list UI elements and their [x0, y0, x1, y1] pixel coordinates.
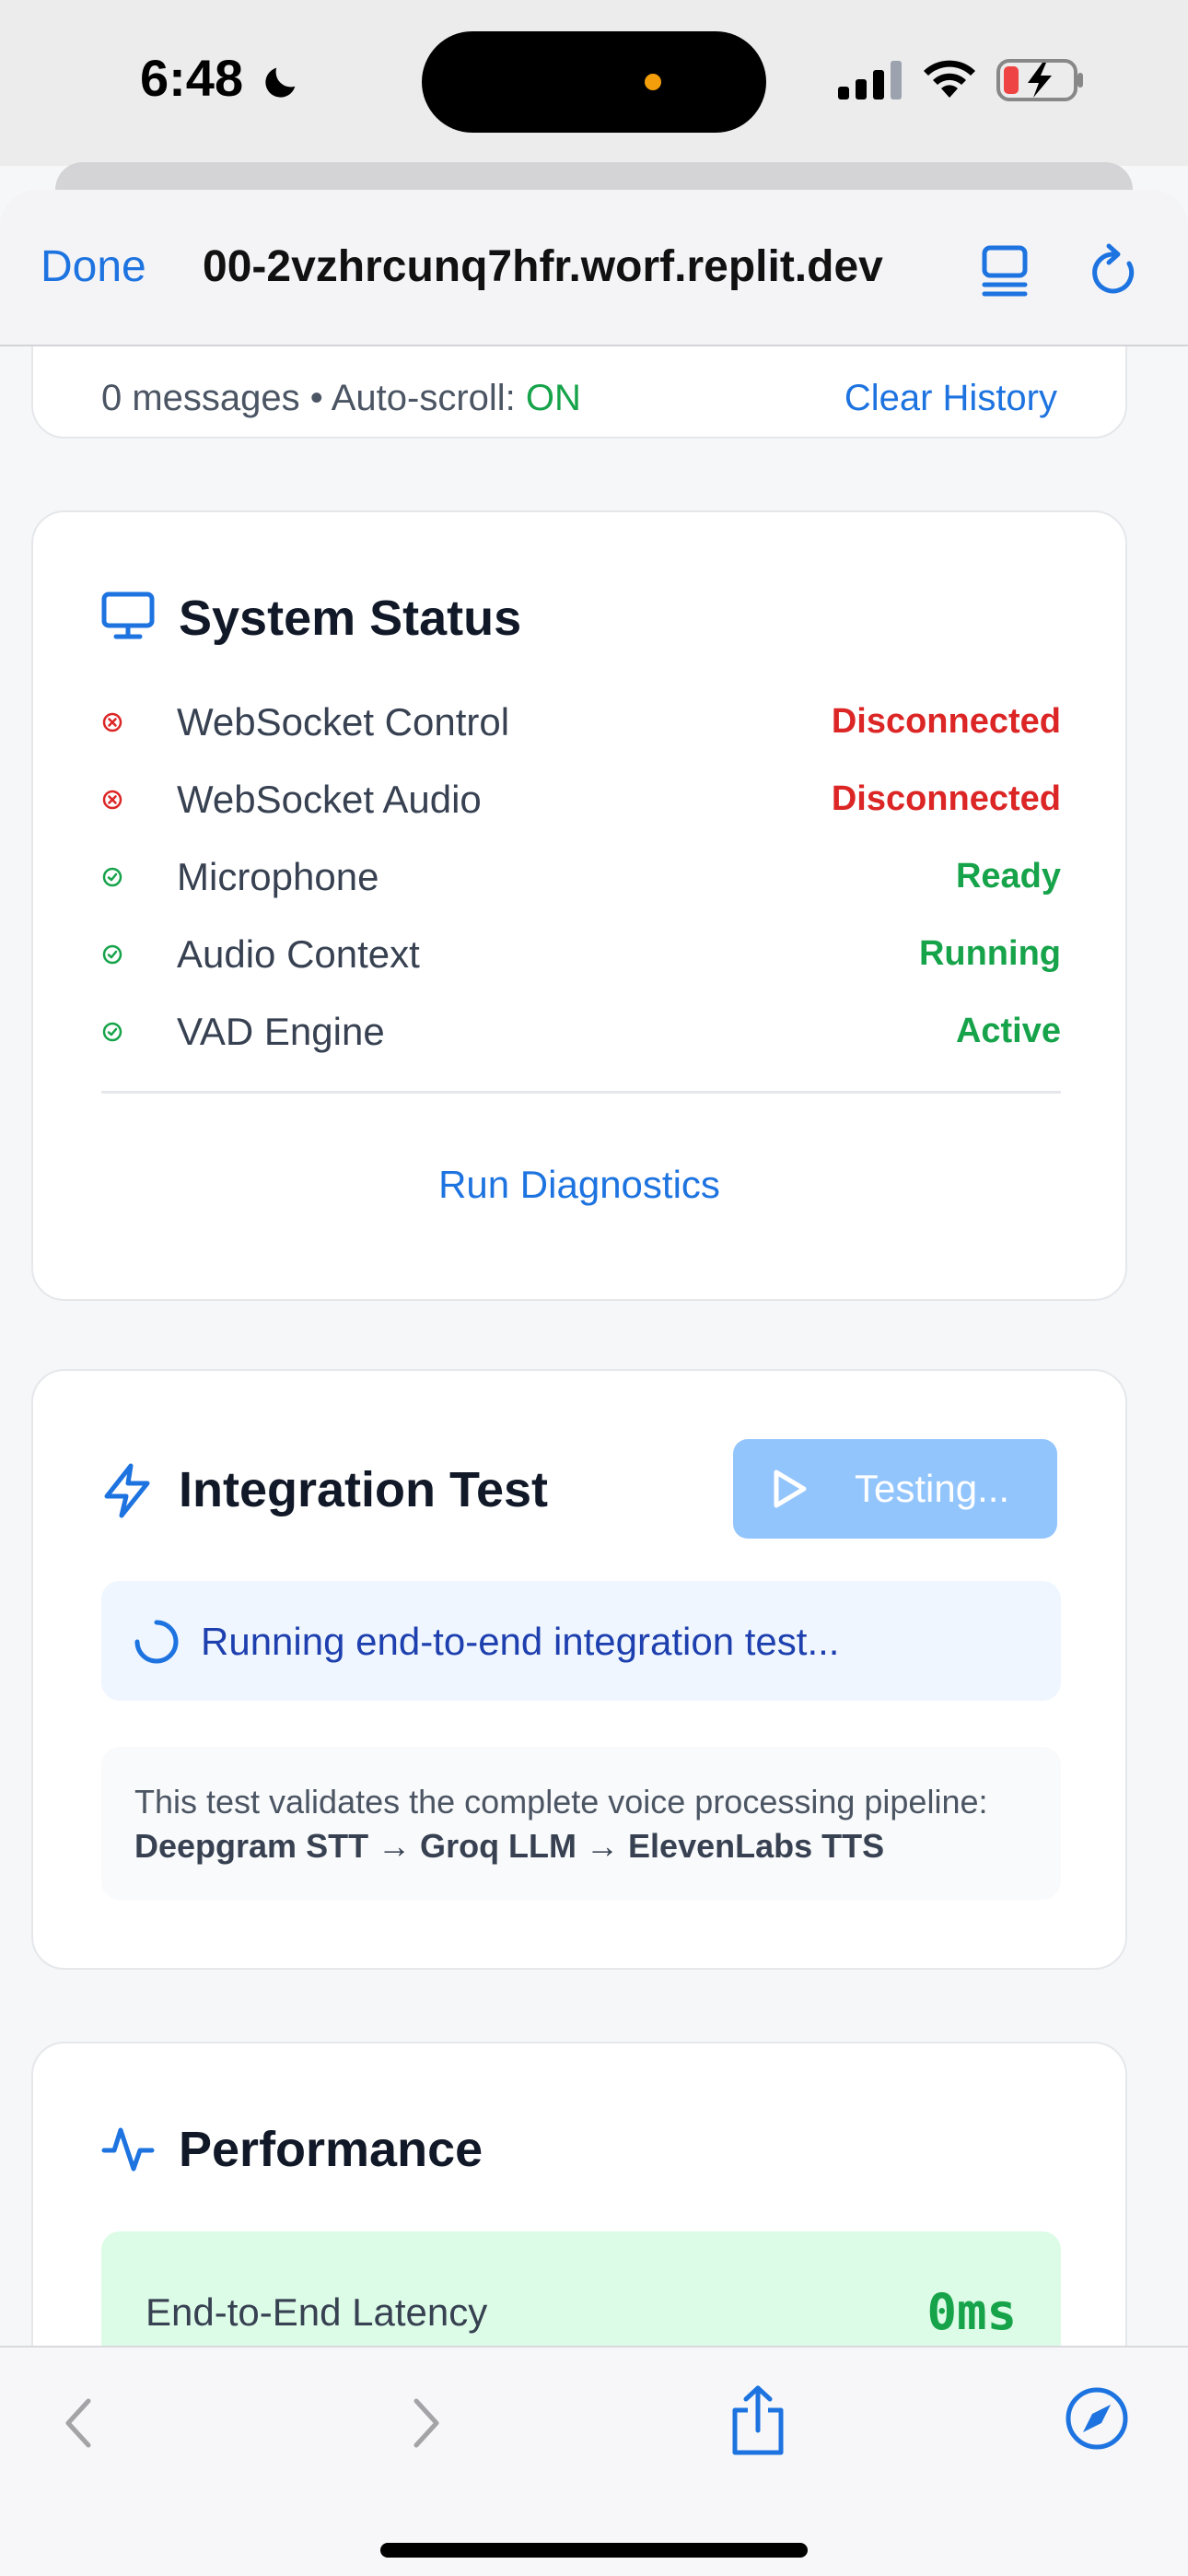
system-status-card: System Status WebSocket Control Disconne… — [31, 510, 1127, 1301]
check-circle-icon — [102, 944, 122, 965]
status-row-vad-engine: VAD Engine Active — [101, 1004, 1061, 1060]
moon-icon — [265, 67, 296, 98]
clear-history-button[interactable]: Clear History — [844, 378, 1057, 419]
reload-icon[interactable] — [1089, 243, 1140, 299]
status-label: Microphone — [177, 855, 379, 898]
run-diagnostics-button[interactable]: Run Diagnostics — [33, 1163, 1125, 1207]
activity-icon — [101, 2127, 155, 2172]
performance-card: Performance End-to-End Latency 0ms — [31, 2042, 1127, 2346]
test-progress-banner: Running end-to-end integration test... — [101, 1581, 1061, 1701]
autoscroll-label: Auto-scroll: — [331, 378, 516, 418]
status-label: VAD Engine — [177, 1010, 385, 1053]
message-count: 0 messages — [101, 378, 300, 418]
messages-card: 0 messages • Auto-scroll: ON Clear Histo… — [31, 346, 1127, 439]
play-icon — [774, 1469, 807, 1508]
divider — [101, 1091, 1061, 1094]
status-label: WebSocket Audio — [177, 778, 482, 821]
status-label: WebSocket Control — [177, 700, 510, 744]
browser-header: Done 00-2vzhrcunq7hfr.worf.replit.dev — [0, 190, 1188, 346]
test-progress-text: Running end-to-end integration test... — [201, 1620, 840, 1663]
system-status-title: System Status — [179, 591, 522, 646]
page-content[interactable]: 0 messages • Auto-scroll: ON Clear Histo… — [0, 346, 1188, 2346]
latency-value: 0ms — [926, 2283, 1017, 2341]
messages-meta: 0 messages • Auto-scroll: ON — [101, 378, 581, 419]
autoscroll-toggle[interactable]: ON — [526, 378, 581, 418]
status-label: Audio Context — [177, 932, 420, 976]
integration-test-card: Integration Test Testing... Running end-… — [31, 1369, 1127, 1970]
cellular-signal-icon — [838, 61, 902, 100]
wifi-icon — [924, 60, 975, 98]
status-row-websocket-audio: WebSocket Audio Disconnected — [101, 772, 1061, 827]
integration-test-title: Integration Test — [179, 1462, 549, 1517]
ios-status-bar: 6:48 — [0, 0, 1188, 166]
status-value: Ready — [955, 857, 1061, 896]
check-circle-icon — [102, 867, 122, 887]
performance-title: Performance — [179, 2122, 483, 2177]
dynamic-island — [422, 31, 766, 133]
monitor-icon — [101, 591, 155, 639]
share-icon[interactable] — [728, 2384, 788, 2458]
start-test-button-label: Testing... — [855, 1467, 1010, 1510]
back-chevron-icon[interactable] — [61, 2394, 98, 2453]
meta-separator: • — [309, 378, 323, 418]
check-circle-icon — [102, 1022, 122, 1042]
test-description-text: This test validates the complete voice p… — [134, 1783, 988, 1821]
browser-toolbar — [0, 2346, 1188, 2576]
compass-icon[interactable] — [1065, 2386, 1129, 2451]
home-indicator — [380, 2543, 808, 2558]
status-value: Running — [918, 934, 1061, 973]
status-row-websocket-control: WebSocket Control Disconnected — [101, 695, 1061, 750]
start-test-button[interactable]: Testing... — [733, 1439, 1057, 1539]
latency-metric: End-to-End Latency 0ms — [101, 2231, 1061, 2346]
latency-label: End-to-End Latency — [146, 2290, 488, 2334]
status-time: 6:48 — [140, 49, 244, 107]
status-row-microphone: Microphone Ready — [101, 849, 1061, 905]
x-circle-icon — [102, 790, 122, 810]
status-value: Active — [955, 1012, 1061, 1050]
spinner-icon — [134, 1620, 179, 1664]
status-value: Disconnected — [831, 779, 1061, 818]
battery-charging-icon — [996, 59, 1083, 101]
pipeline-text: Deepgram STT → Groq LLM → ElevenLabs TTS — [134, 1827, 885, 1865]
reader-mode-icon[interactable] — [982, 245, 1028, 297]
url-address[interactable]: 00-2vzhrcunq7hfr.worf.replit.dev — [203, 241, 939, 292]
lightning-icon — [104, 1463, 150, 1518]
forward-chevron-icon[interactable] — [407, 2394, 444, 2453]
status-value: Disconnected — [831, 702, 1061, 741]
done-button[interactable]: Done — [41, 241, 146, 292]
status-row-audio-context: Audio Context Running — [101, 927, 1061, 982]
x-circle-icon — [102, 712, 122, 732]
privacy-indicator-dot — [645, 74, 661, 90]
test-description: This test validates the complete voice p… — [101, 1747, 1061, 1900]
